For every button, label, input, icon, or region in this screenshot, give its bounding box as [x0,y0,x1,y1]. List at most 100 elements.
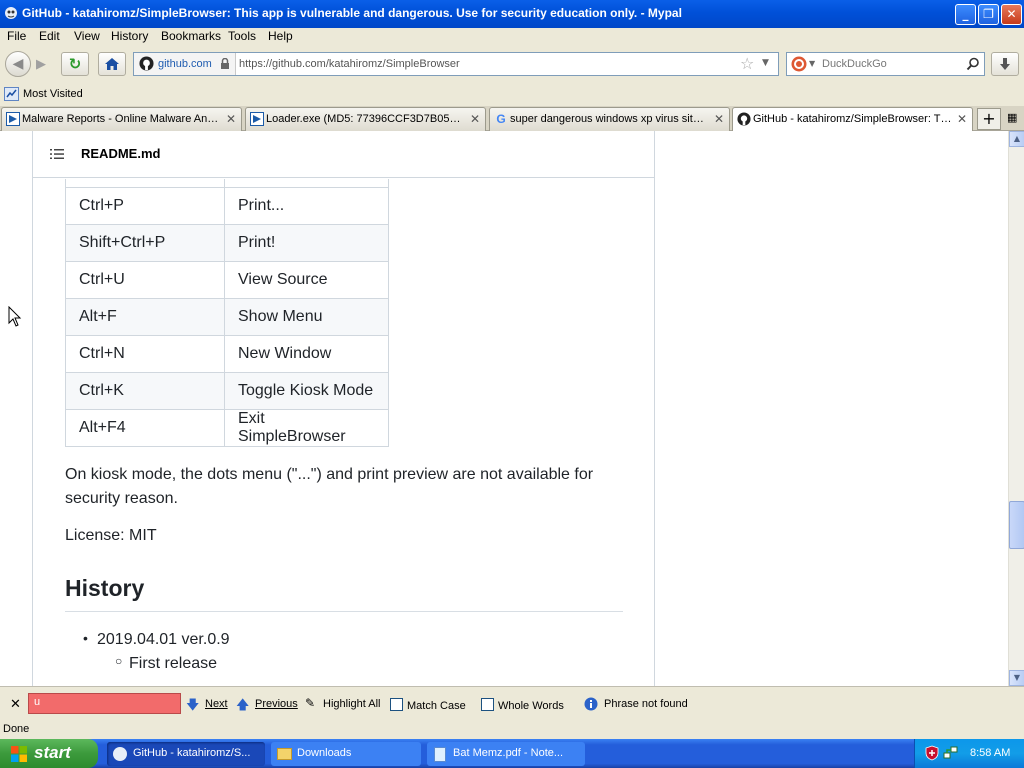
search-engine-dropdown-icon[interactable]: ▼ [809,59,815,68]
close-button[interactable]: ✕ [1001,4,1022,25]
tab-loader-exe[interactable]: Loader.exe (MD5: 77396CCF3D7B05E4... ✕ [245,107,486,131]
search-bar[interactable]: ▼ DuckDuckGo [786,52,985,76]
list-outline-icon[interactable] [50,148,64,160]
scroll-down-button[interactable]: ▼ [1009,670,1024,686]
url-text: https://github.com/katahiromz/SimpleBrow… [239,58,460,70]
all-tabs-button[interactable]: ▦ [1007,111,1017,124]
table-row: Alt+F4 Exit SimpleBrowser [65,409,389,447]
maximize-button[interactable]: ❐ [978,4,999,25]
shortcut-key-cell: Ctrl+U [65,261,225,299]
match-case-checkbox[interactable]: Match Case [390,698,466,712]
shortcut-key-cell: Ctrl+K [65,372,225,410]
readme-header: README.md [33,131,654,178]
shortcut-action-cell: Exit SimpleBrowser [224,409,389,447]
new-tab-button[interactable]: + [977,108,1001,130]
url-bar[interactable]: github.com https://github.com/katahiromz… [133,52,779,76]
find-bar: ✕ u 🡇 Next 🡅 Previous ✎ Highlight All Ma… [0,686,1024,719]
shortcut-action-cell: Print! [224,224,389,262]
find-next-button[interactable]: Next [205,698,228,710]
taskbar-button-notepad[interactable]: Bat Memz.pdf - Note... [427,742,585,766]
arrow-up-icon[interactable]: 🡅 [236,696,249,718]
forward-button[interactable]: ▶ [36,57,46,72]
whole-words-checkbox[interactable]: Whole Words [481,698,564,712]
taskbar-button-downloads[interactable]: Downloads [271,742,421,766]
close-tab-icon[interactable]: ✕ [226,112,236,126]
arrow-down-icon[interactable]: 🡇 [186,696,199,718]
shortcut-table: Ctrl+P Print... Shift+Ctrl+P Print! Ctrl+U Vi… [65,187,389,447]
start-button[interactable]: start [0,739,98,768]
github-icon [737,112,751,126]
shortcut-action-cell: New Window [224,335,389,373]
history-heading: History [65,575,145,601]
window-titlebar[interactable]: GitHub - katahiromz/SimpleBrowser: This … [0,0,1024,28]
system-tray: 8:58 AM [914,739,1024,768]
match-case-label: Match Case [407,700,466,712]
folder-icon [277,748,292,760]
search-icon[interactable] [966,57,980,71]
url-dropdown-icon[interactable]: ▼ [762,58,769,68]
taskbar: start GitHub - katahiromz/S... Downloads… [0,739,1024,768]
shortcut-key-cell: Ctrl+P [65,187,225,225]
history-version: 2019.04.01 ver.0.9 [97,631,230,648]
menu-help[interactable]: Help [268,29,293,43]
shortcut-action-cell: Show Menu [224,298,389,336]
shortcut-key-cell: Alt+F4 [65,409,225,447]
shortcut-action-cell: View Source [224,261,389,299]
table-row: Ctrl+P Print... [65,187,389,225]
close-tab-icon[interactable]: ✕ [470,112,480,126]
table-row: Ctrl+U View Source [65,261,389,299]
most-visited-icon [4,87,19,101]
minimize-button[interactable]: _ [955,4,976,25]
readme-panel: README.md Ctrl+P Print... Shift+Ctrl+P Prin… [32,131,655,686]
info-icon [584,697,598,711]
bookmark-most-visited[interactable]: Most Visited [23,88,83,100]
find-previous-button[interactable]: Previous [255,698,298,710]
menu-file[interactable]: File [7,29,26,43]
shortcut-key-cell: Ctrl+N [65,335,225,373]
vertical-scrollbar[interactable]: ▲ ▼ [1008,131,1024,686]
table-row: Ctrl+K Toggle Kiosk Mode [65,372,389,410]
security-shield-icon[interactable] [925,745,939,761]
downloads-button[interactable] [991,52,1019,76]
duckduckgo-icon [791,56,807,72]
home-icon [105,58,119,70]
tab-github-simplebrowser[interactable]: GitHub - katahiromz/SimpleBrowser: Thi..… [732,107,973,132]
scroll-thumb[interactable] [1009,501,1024,549]
heading-divider [65,611,623,612]
table-row: Ctrl+N New Window [65,335,389,373]
menu-edit[interactable]: Edit [39,29,60,43]
network-icon[interactable] [943,745,959,761]
menu-tools[interactable]: Tools [228,29,256,43]
menu-view[interactable]: View [74,29,100,43]
table-row: Alt+F Show Menu [65,298,389,336]
status-bar: Done [0,719,1024,739]
github-icon [139,56,154,71]
grid-icon: ▦ [1007,111,1018,124]
any-run-icon [6,112,20,126]
scroll-up-button[interactable]: ▲ [1009,131,1024,147]
close-find-bar-icon[interactable]: ✕ [10,696,21,712]
close-tab-icon[interactable]: ✕ [957,112,967,126]
tab-malware-reports[interactable]: Malware Reports - Online Malware Anal...… [1,107,242,131]
lock-icon [221,58,229,69]
tab-google-search[interactable]: G super dangerous windows xp virus site:… [489,107,730,131]
reload-button[interactable]: ↻ [61,52,89,76]
bookmark-star-icon[interactable]: ☆ [740,54,754,73]
find-input[interactable]: u [28,693,181,714]
taskbar-button-github[interactable]: GitHub - katahiromz/S... [107,742,265,766]
arrow-right-icon: ▶ [36,57,46,72]
readme-filename: README.md [81,146,161,161]
site-identity[interactable]: github.com [134,53,236,75]
menu-history[interactable]: History [111,29,148,43]
notepad-icon [434,747,446,762]
menu-bookmarks[interactable]: Bookmarks [161,29,221,43]
tab-label: Malware Reports - Online Malware Anal... [22,113,221,125]
plus-icon: + [982,109,996,128]
highlight-all-button[interactable]: Highlight All [323,698,380,710]
download-arrow-icon [1000,58,1010,70]
window-title: GitHub - katahiromz/SimpleBrowser: This … [22,6,682,20]
close-tab-icon[interactable]: ✕ [714,112,724,126]
tab-label: super dangerous windows xp virus site:..… [510,113,709,125]
back-button[interactable]: ◀ [5,51,31,77]
home-button[interactable] [98,52,126,76]
